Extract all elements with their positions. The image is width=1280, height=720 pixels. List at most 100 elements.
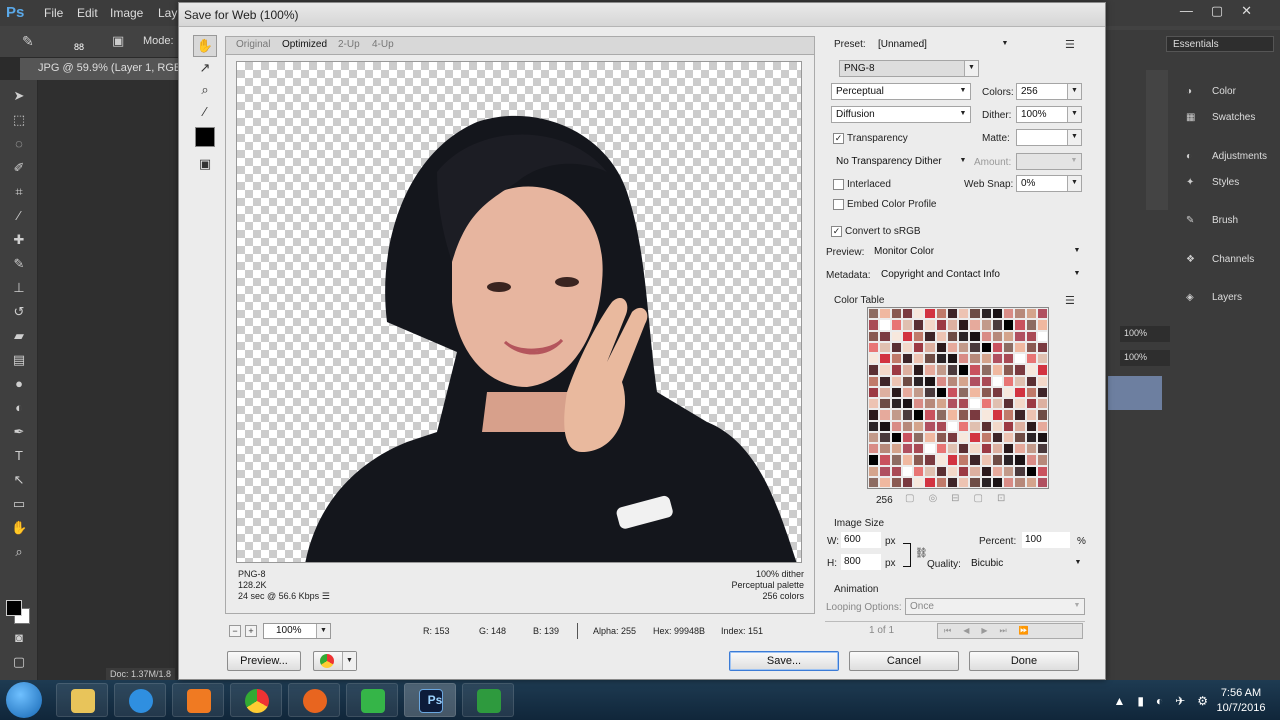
color-swatch[interactable]: [879, 443, 891, 455]
color-swatch[interactable]: [1025, 330, 1037, 342]
color-table-grid[interactable]: [867, 307, 1049, 489]
color-swatch[interactable]: [980, 353, 992, 365]
color-swatch[interactable]: [913, 398, 925, 410]
color-swatch[interactable]: [969, 431, 981, 443]
color-swatch[interactable]: [1025, 409, 1037, 421]
color-swatch[interactable]: [935, 409, 947, 421]
color-swatch[interactable]: [1003, 420, 1015, 432]
hand-tool-icon[interactable]: ✋: [193, 35, 217, 57]
color-swatch[interactable]: [980, 465, 992, 477]
color-swatch[interactable]: [1036, 319, 1048, 331]
tab-original[interactable]: Original: [236, 39, 270, 50]
color-swatch[interactable]: [868, 353, 880, 365]
color-swatch[interactable]: [1014, 431, 1026, 443]
toggle-slices-icon[interactable]: ▣: [193, 153, 217, 175]
color-swatch[interactable]: [980, 476, 992, 488]
quick-mask-icon[interactable]: ◙: [11, 630, 27, 646]
color-swatch[interactable]: [958, 454, 970, 466]
color-swatch[interactable]: [1003, 308, 1015, 320]
color-swatch[interactable]: [991, 443, 1003, 455]
metadata-select[interactable]: Copyright and Contact Info ▼: [876, 266, 1085, 283]
color-swatch[interactable]: [946, 476, 958, 488]
color-swatch[interactable]: [913, 420, 925, 432]
color-swatch[interactable]: [946, 386, 958, 398]
color-swatch[interactable]: [1014, 454, 1026, 466]
color-swatch[interactable]: [1025, 420, 1037, 432]
color-swatch[interactable]: [980, 364, 992, 376]
color-swatch[interactable]: [1014, 319, 1026, 331]
color-swatch[interactable]: [890, 386, 902, 398]
tab-optimized[interactable]: Optimized: [282, 39, 327, 50]
color-swatch[interactable]: [890, 375, 902, 387]
color-swatch[interactable]: [1036, 476, 1048, 488]
path-select-icon[interactable]: ↖: [11, 472, 27, 488]
color-swatch[interactable]: [958, 353, 970, 365]
color-swatch[interactable]: [1036, 420, 1048, 432]
color-swatch[interactable]: [969, 465, 981, 477]
color-swatch[interactable]: [980, 420, 992, 432]
color-swatch[interactable]: [969, 420, 981, 432]
color-swatch[interactable]: [991, 364, 1003, 376]
color-swatch[interactable]: [935, 375, 947, 387]
color-swatch[interactable]: [1014, 364, 1026, 376]
optimize-menu-icon[interactable]: ☰: [1065, 38, 1075, 51]
color-reduction-select[interactable]: Perceptual ▼: [831, 83, 971, 100]
color-swatch[interactable]: [1025, 431, 1037, 443]
color-swatch[interactable]: [1025, 319, 1037, 331]
color-swatch[interactable]: [946, 353, 958, 365]
color-swatch[interactable]: [935, 353, 947, 365]
stamp-tool-icon[interactable]: ⊥: [11, 280, 27, 296]
tab-4up[interactable]: 4-Up: [372, 39, 394, 50]
color-swatch[interactable]: [924, 476, 936, 488]
panel-brush[interactable]: ✎ Brush: [1186, 215, 1238, 226]
color-swatch[interactable]: [901, 319, 913, 331]
color-swatch[interactable]: [1003, 398, 1015, 410]
history-brush-icon[interactable]: ↺: [11, 304, 27, 320]
color-swatch[interactable]: [991, 398, 1003, 410]
color-swatch[interactable]: [946, 364, 958, 376]
color-swatch[interactable]: [946, 330, 958, 342]
width-field[interactable]: 600: [841, 532, 881, 548]
color-swatch[interactable]: [1003, 431, 1015, 443]
shape-tool-icon[interactable]: ▭: [11, 496, 27, 512]
color-swatch[interactable]: [868, 319, 880, 331]
color-swatch[interactable]: [913, 353, 925, 365]
color-swatch[interactable]: [935, 476, 947, 488]
color-swatch[interactable]: [1003, 319, 1015, 331]
panel-styles[interactable]: ✦ Styles: [1186, 177, 1239, 188]
color-swatch[interactable]: [1036, 353, 1048, 365]
color-swatch[interactable]: [901, 353, 913, 365]
taskbar-file-explorer[interactable]: [56, 683, 108, 717]
optimized-preview-image[interactable]: [236, 61, 802, 563]
color-swatch[interactable]: [946, 308, 958, 320]
color-swatch[interactable]: [946, 443, 958, 455]
color-table-menu-icon[interactable]: ☰: [1065, 294, 1075, 307]
quality-select[interactable]: Bicubic ▼: [966, 555, 1086, 572]
start-button[interactable]: [6, 682, 42, 718]
type-tool-icon[interactable]: T: [11, 448, 27, 464]
color-swatch[interactable]: [879, 398, 891, 410]
pen-tool-icon[interactable]: ✒: [11, 424, 27, 440]
color-swatch[interactable]: [879, 308, 891, 320]
lasso-tool-icon[interactable]: ◌: [11, 136, 27, 152]
color-swatch[interactable]: [935, 319, 947, 331]
color-swatch[interactable]: [991, 409, 1003, 421]
color-swatch[interactable]: [879, 420, 891, 432]
preview-mode-select[interactable]: Monitor Color ▼: [869, 243, 1085, 260]
color-swatch[interactable]: [879, 454, 891, 466]
selected-layer-row[interactable]: [1108, 376, 1162, 410]
color-swatch[interactable]: [1025, 476, 1037, 488]
transparency-checkbox[interactable]: ✓: [833, 133, 844, 144]
color-swatch[interactable]: [946, 431, 958, 443]
zoom-in-button[interactable]: +: [245, 625, 257, 637]
brush-panel-icon[interactable]: ▣: [112, 33, 124, 49]
zoom-out-button[interactable]: −: [229, 625, 241, 637]
color-swatch[interactable]: [969, 375, 981, 387]
color-swatch[interactable]: [913, 319, 925, 331]
color-swatch[interactable]: [935, 420, 947, 432]
color-swatch[interactable]: [946, 454, 958, 466]
color-swatch[interactable]: [980, 386, 992, 398]
color-swatch[interactable]: [969, 409, 981, 421]
color-swatch[interactable]: [946, 420, 958, 432]
color-swatch[interactable]: [958, 308, 970, 320]
